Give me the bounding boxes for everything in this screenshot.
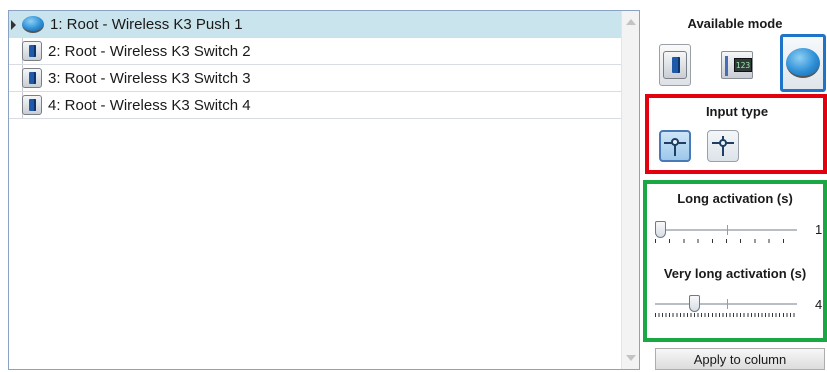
long-activation-slider[interactable] xyxy=(655,220,803,243)
expand-arrow-icon[interactable] xyxy=(11,20,16,30)
slider-mid-mark xyxy=(727,299,728,309)
switch-mode-button[interactable] xyxy=(659,44,691,86)
slider-ticks xyxy=(655,313,797,317)
device-label: 3: Root - Wireless K3 Switch 3 xyxy=(48,69,251,87)
very-long-activation-slider[interactable] xyxy=(655,294,803,317)
push-button-mode-icon xyxy=(786,48,820,78)
slider-thumb[interactable] xyxy=(655,221,666,238)
input-type-b-button[interactable] xyxy=(707,130,739,162)
slider-track xyxy=(655,303,797,305)
list-item-device-4[interactable]: 4: Root - Wireless K3 Switch 4 xyxy=(9,92,621,119)
slider-track xyxy=(655,229,797,231)
dimmer-bar xyxy=(725,56,728,76)
device-list: 1: Root - Wireless K3 Push 1 2: Root - W… xyxy=(8,10,640,370)
input-type-section: Input type xyxy=(645,94,827,174)
very-long-activation-title: Very long activation (s) xyxy=(663,266,807,281)
device-label: 1: Root - Wireless K3 Push 1 xyxy=(50,15,243,33)
dimmer-mode-icon: 123 xyxy=(721,51,753,79)
vertical-scrollbar[interactable] xyxy=(621,11,639,369)
input-type-a-icon xyxy=(664,136,686,156)
settings-panel: Available mode 123 Input type Long activ… xyxy=(643,0,827,372)
long-activation-value: 1 xyxy=(815,222,823,237)
list-item-device-1[interactable]: 1: Root - Wireless K3 Push 1 xyxy=(9,11,621,38)
scroll-down-arrow-icon[interactable] xyxy=(626,355,636,361)
push-button-icon xyxy=(22,15,44,33)
slider-mid-mark xyxy=(727,225,728,235)
very-long-activation-value: 4 xyxy=(815,297,823,312)
input-type-a-button[interactable] xyxy=(659,130,691,162)
slider-thumb[interactable] xyxy=(689,295,700,312)
device-label: 2: Root - Wireless K3 Switch 2 xyxy=(48,42,251,60)
available-mode-title: Available mode xyxy=(687,16,783,31)
slider-ticks xyxy=(655,239,797,243)
switch-icon xyxy=(22,41,42,61)
push-button-mode-button[interactable] xyxy=(780,34,826,92)
input-type-b-icon xyxy=(712,136,734,156)
device-label: 4: Root - Wireless K3 Switch 4 xyxy=(48,96,251,114)
apply-to-column-button[interactable]: Apply to column xyxy=(655,348,825,370)
dimmer-mode-button[interactable]: 123 xyxy=(721,44,753,86)
switch-icon xyxy=(22,68,42,88)
list-item-device-2[interactable]: 2: Root - Wireless K3 Switch 2 xyxy=(9,38,621,65)
input-type-title: Input type xyxy=(705,104,769,119)
long-activation-title: Long activation (s) xyxy=(677,191,793,206)
scroll-up-arrow-icon[interactable] xyxy=(626,19,636,25)
switch-mode-icon xyxy=(663,51,687,79)
device-list-rows: 1: Root - Wireless K3 Push 1 2: Root - W… xyxy=(9,11,621,119)
activation-section: Long activation (s) 1 Very long activati… xyxy=(643,180,827,342)
switch-icon xyxy=(22,95,42,115)
dimmer-display: 123 xyxy=(734,58,752,72)
list-item-device-3[interactable]: 3: Root - Wireless K3 Switch 3 xyxy=(9,65,621,92)
